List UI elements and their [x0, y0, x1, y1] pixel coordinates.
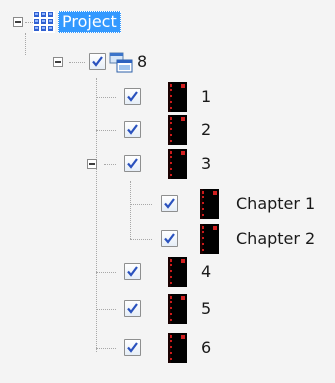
checkbox-item[interactable] [124, 88, 141, 105]
tree-connector [96, 130, 116, 131]
book-icon [199, 224, 219, 254]
tree-connector [130, 239, 152, 240]
tree-connector [96, 348, 116, 349]
tree-node-chapter-label[interactable]: Chapter 2 [236, 229, 315, 249]
checkbox-item[interactable] [124, 300, 141, 317]
tree-connector [96, 78, 97, 352]
tree-connector [25, 22, 33, 23]
book-icon [167, 149, 187, 179]
book-icon [167, 115, 187, 145]
book-icon [167, 294, 187, 324]
tree-node-label[interactable]: 4 [201, 262, 211, 282]
tree-connector [69, 62, 85, 63]
project-grid-icon [33, 11, 55, 33]
tree-node-label[interactable]: 5 [201, 299, 211, 319]
tree-node-label[interactable]: 3 [201, 154, 211, 174]
checkbox-chapter[interactable] [161, 195, 178, 212]
windows-stack-icon [109, 51, 133, 73]
checkbox-item[interactable] [124, 263, 141, 280]
tree-connector [130, 181, 131, 239]
tree-connector [130, 204, 152, 205]
collapse-toggle-item-3[interactable] [87, 159, 97, 169]
book-icon [167, 82, 187, 112]
tree-node-project-label[interactable]: Project [58, 11, 121, 33]
book-icon [167, 333, 187, 363]
checkbox-item[interactable] [124, 155, 141, 172]
tree-connector [104, 164, 116, 165]
tree-connector [25, 33, 26, 55]
tree-node-group-label[interactable]: 8 [137, 52, 147, 72]
checkbox-item[interactable] [124, 121, 141, 138]
tree-connector [96, 309, 116, 310]
tree-node-label[interactable]: 1 [201, 87, 211, 107]
collapse-toggle-project[interactable] [13, 17, 23, 27]
collapse-toggle-group[interactable] [53, 57, 63, 67]
tree-connector [96, 97, 116, 98]
tree-node-label[interactable]: 2 [201, 120, 211, 140]
checkbox-item[interactable] [124, 339, 141, 356]
checkbox-chapter[interactable] [161, 230, 178, 247]
checkbox-group[interactable] [89, 53, 106, 70]
tree-connector [96, 272, 116, 273]
book-icon [199, 189, 219, 219]
project-tree: Project 8 1 2 3 Chapter 1 Chapter 2 4 5 … [0, 0, 335, 383]
book-icon [167, 257, 187, 287]
tree-node-chapter-label[interactable]: Chapter 1 [236, 194, 315, 214]
tree-node-label[interactable]: 6 [201, 338, 211, 358]
